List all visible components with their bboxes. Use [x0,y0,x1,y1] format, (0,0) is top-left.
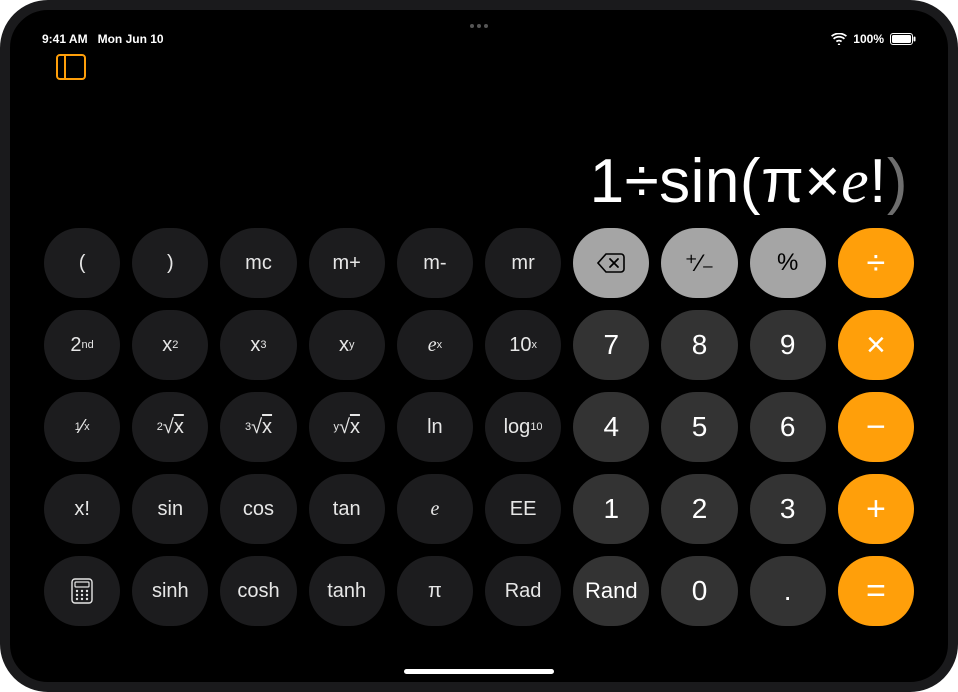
sin-button[interactable]: sin [132,474,208,544]
pi-button[interactable]: π [397,556,473,626]
calculator-mode-toggle-button[interactable] [56,54,86,80]
status-bar: 9:41 AM Mon Jun 10 100% [42,30,916,48]
equals-button[interactable]: = [838,556,914,626]
keypad: ( ) mc m+ m- mr ⁺∕₋ % ÷ 2nd x2 x3 xy ex … [42,224,916,626]
random-button[interactable]: Rand [573,556,649,626]
battery-icon [890,33,916,45]
display-segment: sin [659,147,740,216]
x-cubed-button[interactable]: x3 [220,310,296,380]
radians-button[interactable]: Rad [485,556,561,626]
digit-1-button[interactable]: 1 [573,474,649,544]
digit-7-button[interactable]: 7 [573,310,649,380]
digit-6-button[interactable]: 6 [750,392,826,462]
e-power-x-button[interactable]: ex [397,310,473,380]
wifi-icon [831,33,847,45]
decimal-point-button[interactable]: . [750,556,826,626]
digit-4-button[interactable]: 4 [573,392,649,462]
backspace-button[interactable] [573,228,649,298]
digit-3-button[interactable]: 3 [750,474,826,544]
basic-mode-button[interactable] [44,556,120,626]
factorial-button[interactable]: x! [44,474,120,544]
memory-minus-button[interactable]: m- [397,228,473,298]
display-segment: π [761,147,804,216]
calculator-display: 1÷sin(π×e!) [42,146,916,218]
left-paren-button[interactable]: ( [44,228,120,298]
ten-power-x-button[interactable]: 10x [485,310,561,380]
battery-percent: 100% [853,32,884,46]
backspace-icon [597,253,625,273]
digit-9-button[interactable]: 9 [750,310,826,380]
home-indicator[interactable] [404,669,554,674]
status-date: Mon Jun 10 [98,32,164,46]
memory-plus-button[interactable]: m+ [309,228,385,298]
memory-clear-button[interactable]: mc [220,228,296,298]
multiply-button[interactable]: × [838,310,914,380]
x-power-y-button[interactable]: xy [309,310,385,380]
second-function-button[interactable]: 2nd [44,310,120,380]
calculator-icon [71,578,93,604]
display-segment: ( [740,147,761,216]
y-root-button[interactable]: y√x [309,392,385,462]
digit-5-button[interactable]: 5 [661,392,737,462]
reciprocal-button[interactable]: 1⁄x [44,392,120,462]
multitasking-dots-icon[interactable] [470,24,488,28]
digit-2-button[interactable]: 2 [661,474,737,544]
display-segment: ) [887,147,908,216]
ee-exponent-button[interactable]: EE [485,474,561,544]
sinh-button[interactable]: sinh [132,556,208,626]
cube-root-button[interactable]: 3√x [220,392,296,462]
display-segment: ÷ [625,147,660,216]
plus-minus-button[interactable]: ⁺∕₋ [661,228,737,298]
status-time: 9:41 AM [42,32,88,46]
display-segment: 1 [590,147,625,216]
percent-button[interactable]: % [750,228,826,298]
display-segment: e [841,148,869,216]
minus-button[interactable]: − [838,392,914,462]
plus-button[interactable]: + [838,474,914,544]
right-paren-button[interactable]: ) [132,228,208,298]
display-segment: × [804,147,841,216]
ipad-frame: 9:41 AM Mon Jun 10 100% 1÷sin(π×e!) ( ) … [0,0,958,692]
digit-8-button[interactable]: 8 [661,310,737,380]
display-segment: ! [869,147,887,216]
cosh-button[interactable]: cosh [220,556,296,626]
tan-button[interactable]: tan [309,474,385,544]
divide-button[interactable]: ÷ [838,228,914,298]
memory-recall-button[interactable]: mr [485,228,561,298]
euler-e-button[interactable]: e [397,474,473,544]
tanh-button[interactable]: tanh [309,556,385,626]
cos-button[interactable]: cos [220,474,296,544]
digit-0-button[interactable]: 0 [661,556,737,626]
log-base-10-button[interactable]: log10 [485,392,561,462]
natural-log-button[interactable]: ln [397,392,473,462]
square-root-button[interactable]: 2√x [132,392,208,462]
x-squared-button[interactable]: x2 [132,310,208,380]
